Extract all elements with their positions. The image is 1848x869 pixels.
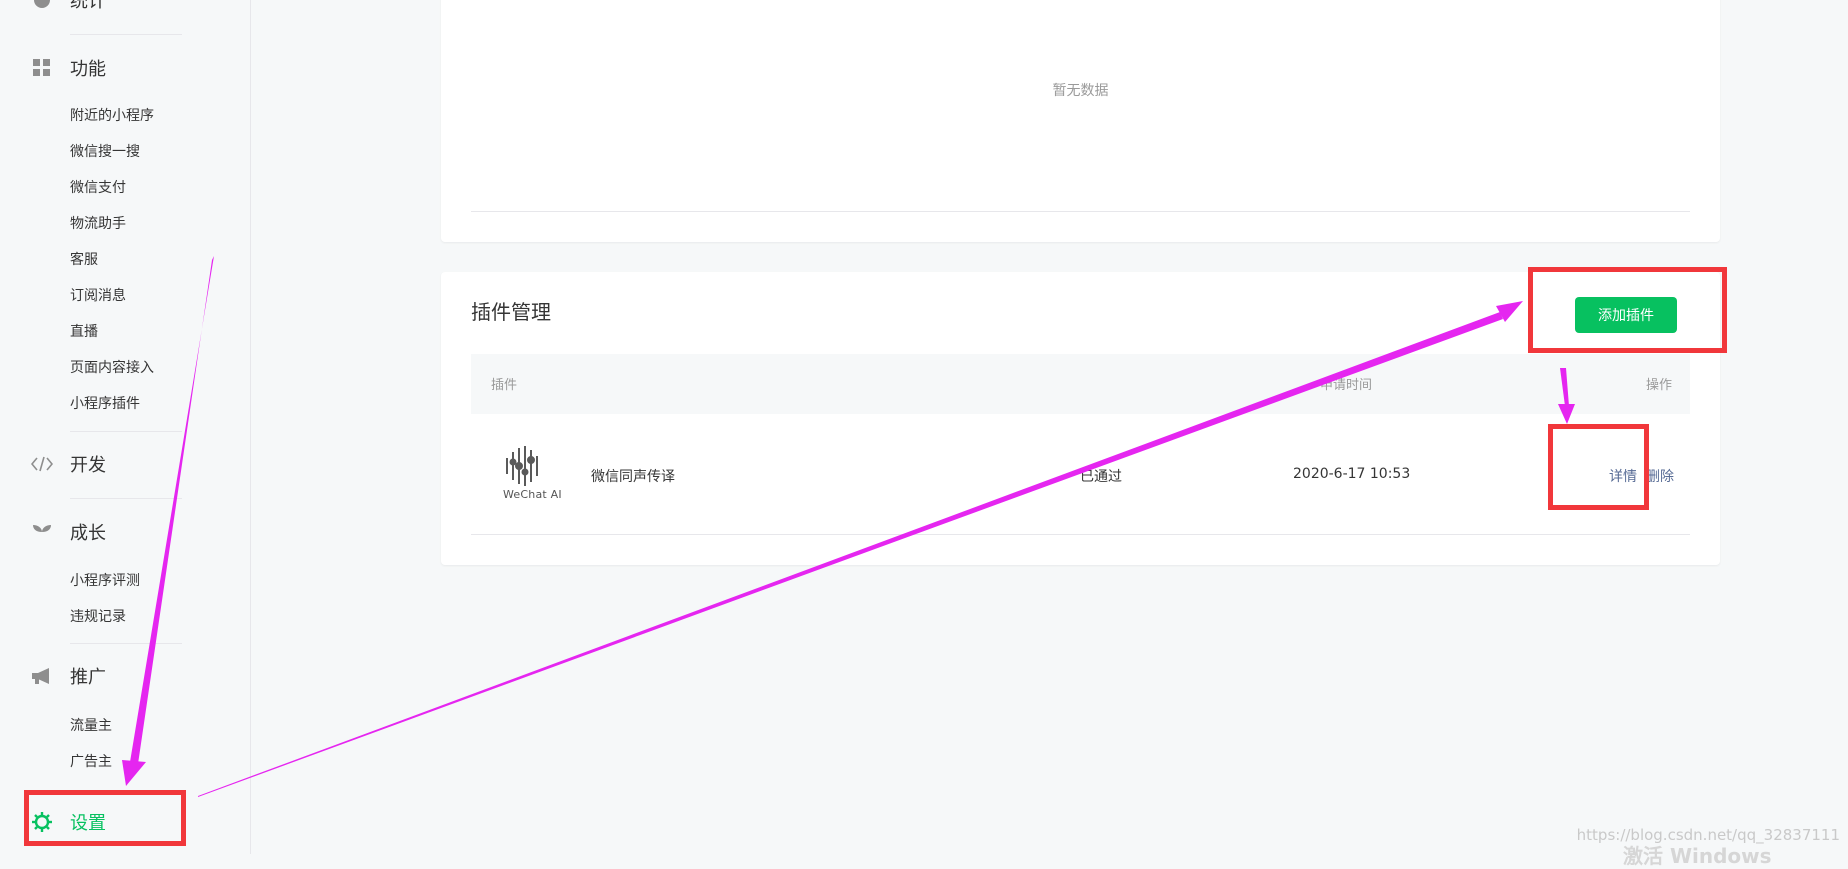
watermark-windows: 激活 Windows bbox=[1623, 844, 1772, 868]
annotation-arrows bbox=[122, 256, 1575, 797]
arrow-sidebar-head bbox=[122, 760, 146, 786]
arrow-short-line bbox=[1560, 368, 1569, 406]
arrow-sidebar-line bbox=[130, 256, 214, 764]
arrow-short-head bbox=[1558, 404, 1575, 424]
arrow-long-line bbox=[198, 312, 1503, 797]
